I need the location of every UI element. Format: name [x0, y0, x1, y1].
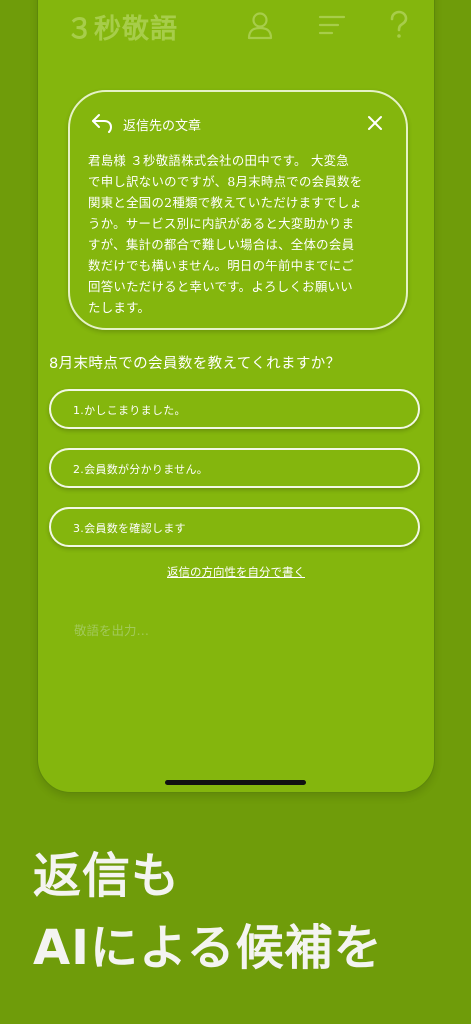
user-icon[interactable]	[244, 9, 276, 41]
reply-option-label: 1.かしこまりました。	[73, 404, 186, 417]
reply-source-card: 返信先の文章 君島様 ３秒敬語株式会社の田中です。 大変急 で申し訳ないのですが…	[68, 90, 408, 330]
reply-icon	[90, 112, 114, 134]
help-icon[interactable]	[383, 9, 415, 41]
question-text: 8月末時点での会員数を教えてくれますか？	[49, 356, 341, 372]
reply-option-label: 2.会員数が分かりません。	[73, 463, 209, 476]
card-header: 返信先の文章	[90, 110, 386, 138]
menu-icon[interactable]	[316, 9, 348, 41]
write-own-direction-link[interactable]: 返信の方向性を自分で書く	[38, 564, 434, 580]
card-title: 返信先の文章	[123, 119, 202, 134]
app-screen: ３秒敬語 返信先の文章 君島様 ３秒敬語株式会社の田中です。 大変急 で申し訳な…	[37, 0, 435, 793]
reply-option-2[interactable]: 2.会員数が分かりません。	[49, 448, 420, 488]
app-header: ３秒敬語	[38, 1, 434, 57]
close-icon[interactable]	[366, 114, 384, 132]
reply-option-3[interactable]: 3.会員数を確認します	[49, 507, 420, 547]
reply-source-text: 君島様 ３秒敬語株式会社の田中です。 大変急 で申し訳ないのですが、8月末時点で…	[88, 153, 363, 315]
output-placeholder: 敬語を出力…	[74, 623, 150, 638]
tagline-line-2: AIによる候補を	[33, 920, 383, 976]
app-title: ３秒敬語	[66, 14, 178, 45]
home-indicator	[165, 780, 306, 785]
tagline-line-1: 返信も	[33, 848, 181, 904]
reply-option-label: 3.会員数を確認します	[73, 522, 186, 535]
reply-option-1[interactable]: 1.かしこまりました。	[49, 389, 420, 429]
promo-tagline: 返信も AIによる候補を	[33, 840, 383, 984]
